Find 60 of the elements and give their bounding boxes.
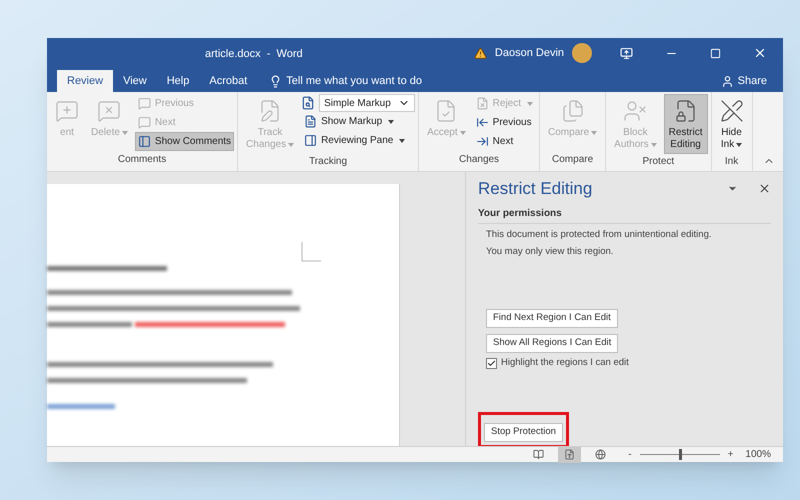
close-icon[interactable] xyxy=(753,46,767,60)
ribbon-tab[interactable]: Help xyxy=(156,70,200,92)
view-button[interactable] xyxy=(558,446,582,462)
group-label: Protect xyxy=(642,155,676,169)
checkbox[interactable] xyxy=(486,358,497,369)
permission-text: You may only view this region. xyxy=(486,244,614,259)
ribbon-button[interactable]: Hide Ink xyxy=(714,94,749,154)
avatar xyxy=(572,43,592,63)
ribbon-tab[interactable]: View xyxy=(113,70,157,92)
comment-icon xyxy=(138,116,151,129)
pane-button[interactable]: Show All Regions I Can Edit xyxy=(486,334,618,353)
warning-icon xyxy=(474,46,487,60)
ribbon-tab[interactable]: Acrobat xyxy=(199,70,258,92)
lightbulb-icon xyxy=(269,74,282,88)
book-icon xyxy=(533,449,544,460)
zoom-out-button[interactable]: - xyxy=(628,447,632,462)
person-icon xyxy=(720,74,734,88)
group-label: Changes xyxy=(458,153,500,167)
pane-button[interactable]: Find Next Region I Can Edit xyxy=(486,309,618,328)
zoom-in-button[interactable]: + xyxy=(728,447,734,462)
document-icon xyxy=(304,115,318,128)
ribbon-button[interactable]: Reviewing Pane xyxy=(301,131,416,150)
documents-icon xyxy=(560,99,585,123)
user-x-icon xyxy=(623,99,648,123)
document-x-icon xyxy=(476,97,489,110)
comment-icon xyxy=(55,99,79,123)
comment-icon xyxy=(138,97,151,110)
tell-me-field[interactable]: Tell me what you want to do xyxy=(286,72,486,90)
group-label: Comments xyxy=(116,153,168,167)
ribbon-button[interactable]: Next xyxy=(472,132,536,151)
ribbon-tab[interactable]: Review xyxy=(57,70,114,92)
ribbon-display-icon[interactable] xyxy=(620,46,633,60)
ribbon-button[interactable]: Show Markup xyxy=(301,112,416,131)
user-name: Daoson Devin xyxy=(494,46,564,61)
stop-protection-button[interactable]: Stop Protection xyxy=(484,422,563,442)
pane-title: Restrict Editing xyxy=(478,178,592,200)
markup-select[interactable]: Simple Markup xyxy=(319,94,416,112)
margin-corner-icon xyxy=(301,242,321,262)
group-label: Tracking xyxy=(308,155,348,169)
ribbon-button[interactable]: Show Comments xyxy=(134,132,234,151)
ribbon-button[interactable]: Previous xyxy=(472,113,536,132)
pen-off-icon xyxy=(720,99,744,123)
close-icon[interactable] xyxy=(758,182,771,196)
zoom-percent: 100% xyxy=(745,448,771,462)
group-label: Ink xyxy=(724,155,740,169)
comment-delete-icon xyxy=(97,99,122,123)
document-search-icon xyxy=(301,96,316,110)
window-title: article.docx - Word xyxy=(205,47,303,62)
page-icon xyxy=(564,449,576,460)
ribbon-button[interactable]: Restrict Editing xyxy=(664,94,708,154)
section-heading: Your permissions xyxy=(478,206,771,224)
zoom-thumb[interactable] xyxy=(678,449,682,460)
checkbox-label: Highlight the regions I can edit xyxy=(501,356,629,370)
panel-icon xyxy=(138,135,151,148)
group-label: Compare xyxy=(551,153,594,167)
permission-text: This document is protected from unintentional editing. xyxy=(486,228,712,242)
panel-icon xyxy=(304,134,318,147)
maximize-icon[interactable] xyxy=(710,48,721,58)
share-button[interactable]: Share xyxy=(720,70,767,92)
globe-icon xyxy=(595,449,606,460)
